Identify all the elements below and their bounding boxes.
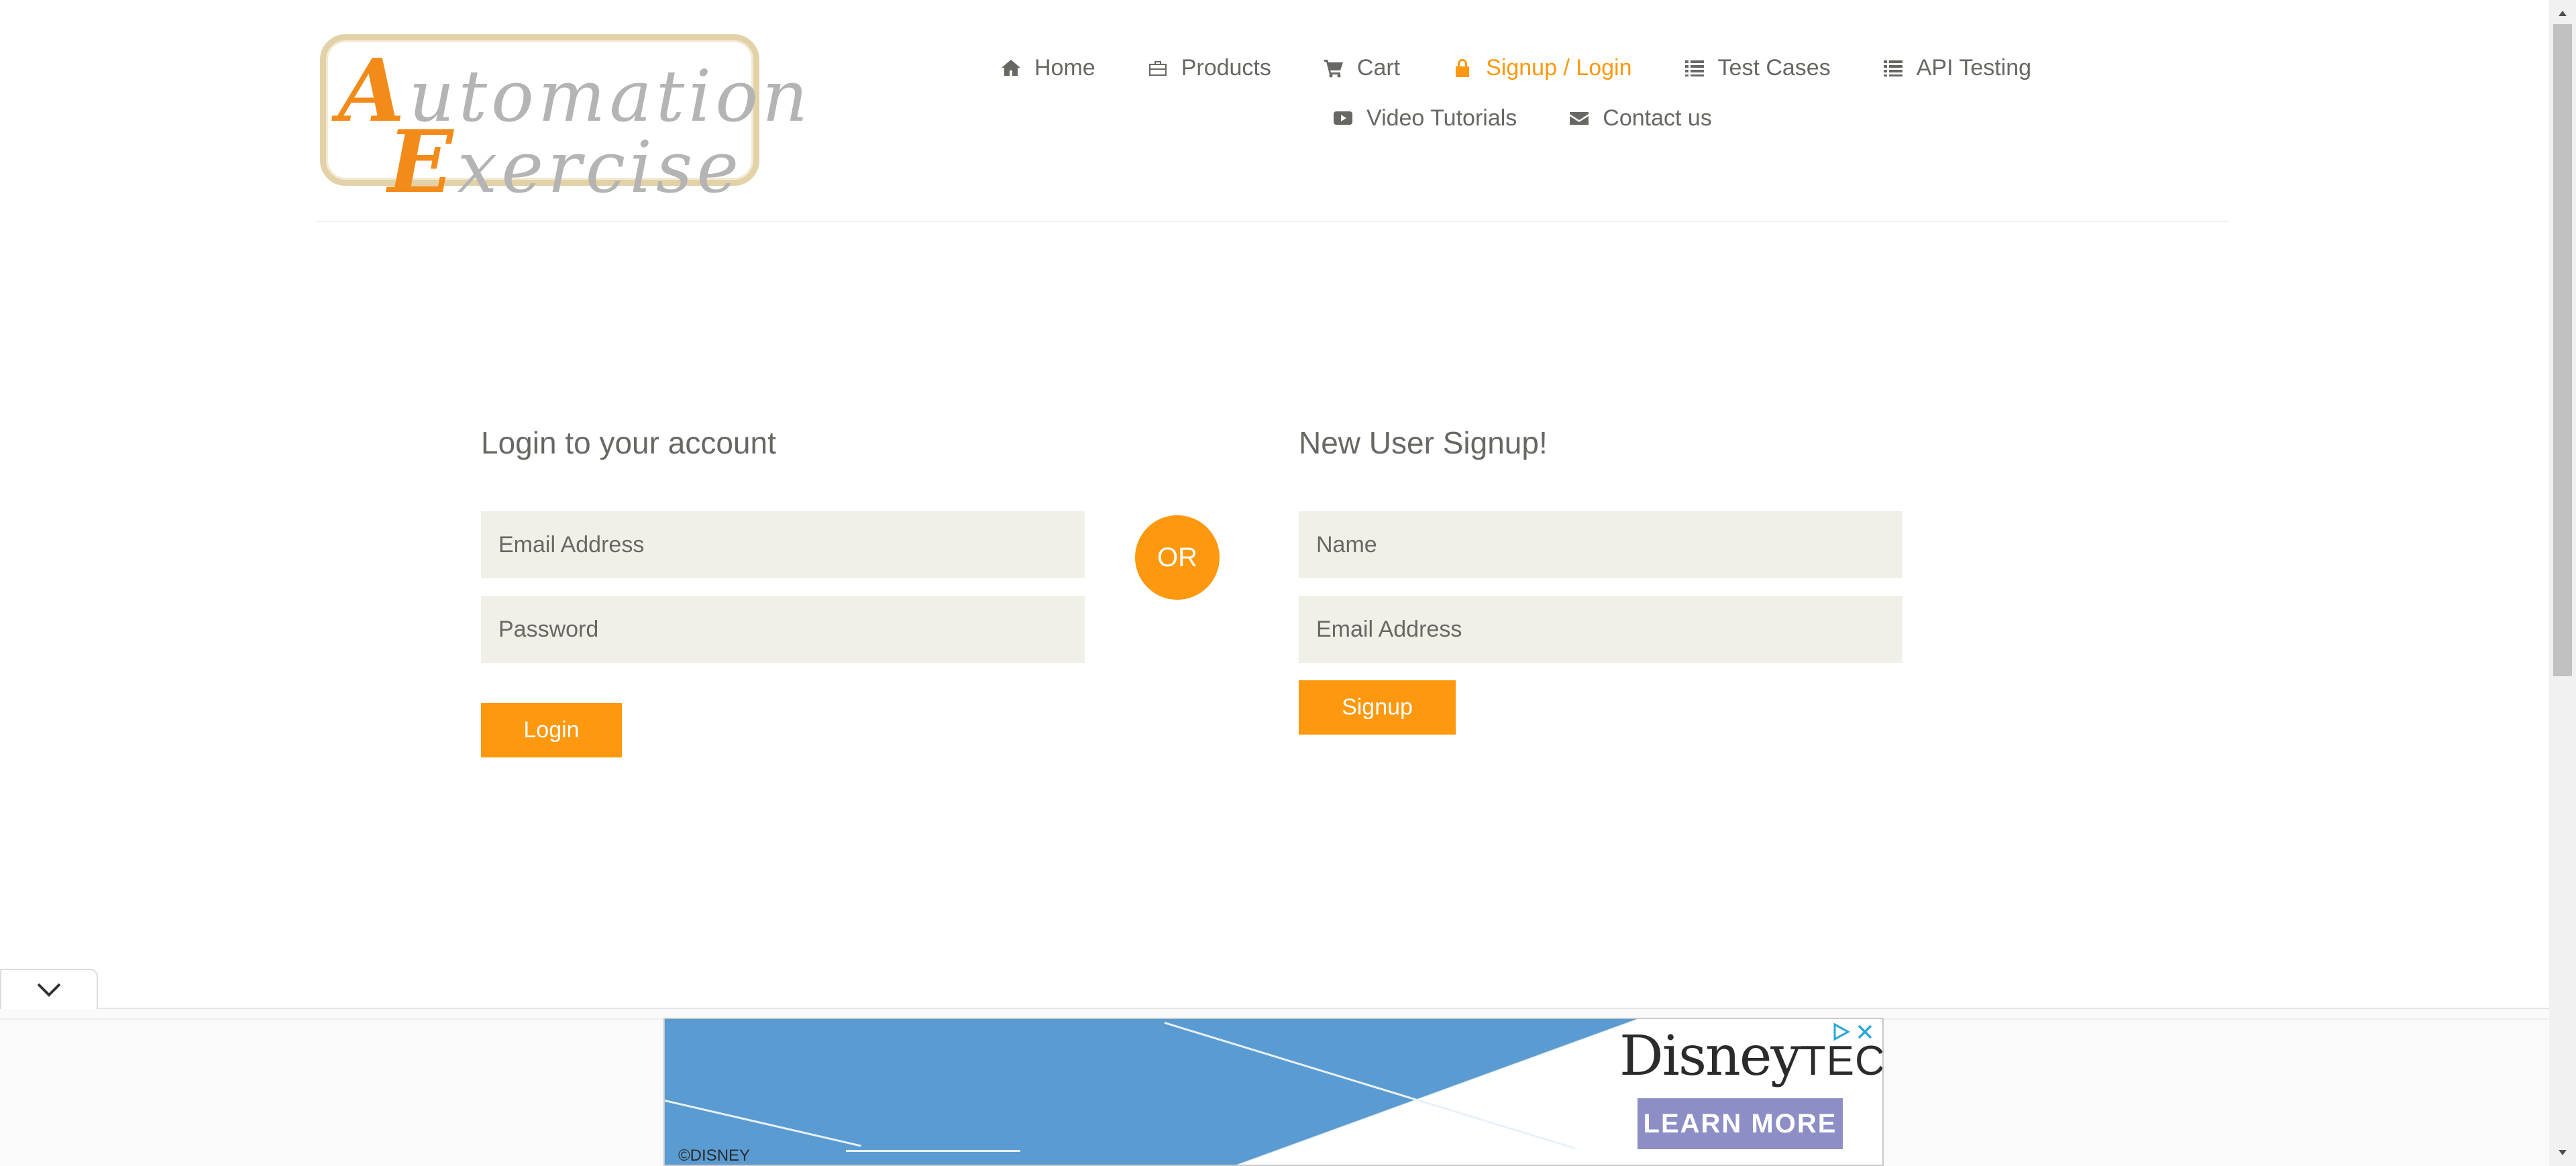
nav-item-cart[interactable]: Cart <box>1322 55 1400 81</box>
cart-icon <box>1322 56 1345 79</box>
nav-item-video-tutorials[interactable]: Video Tutorials <box>1332 105 1517 131</box>
home-icon <box>1000 56 1022 79</box>
or-divider: OR <box>1135 515 1220 600</box>
ad-collapse-toggle[interactable] <box>0 969 98 1009</box>
scroll-up-arrow-icon[interactable] <box>2556 7 2569 20</box>
nav-item-label: API Testing <box>1916 54 2032 81</box>
signup-button[interactable]: Signup <box>1299 680 1456 735</box>
site-logo[interactable]: Automation Exercise <box>320 34 808 205</box>
nav-item-label: Contact us <box>1603 105 1712 131</box>
nav-item-label: Video Tutorials <box>1366 105 1517 131</box>
page-scrollbar[interactable] <box>2549 0 2576 1166</box>
ad-stripe <box>846 1150 1020 1152</box>
login-password-input[interactable] <box>481 596 1085 663</box>
nav-row-1: Home Products Cart Signup / Login Test C… <box>1000 52 2082 83</box>
envelope-icon <box>1568 107 1591 129</box>
ad-learn-more-button[interactable]: LEARN MORE <box>1638 1098 1843 1149</box>
close-icon[interactable] <box>1855 1022 1875 1042</box>
scrollbar-thumb[interactable] <box>2553 24 2572 676</box>
briefcase-icon <box>1146 56 1169 79</box>
nav-item-api-testing[interactable]: API Testing <box>1882 55 2031 81</box>
youtube-play-icon <box>1332 107 1354 129</box>
login-title: Login to your account <box>481 425 776 460</box>
nav-item-products[interactable]: Products <box>1146 55 1271 81</box>
adchoices-icon[interactable] <box>1831 1022 1851 1042</box>
login-form: Login to your account Login <box>481 423 1085 757</box>
scroll-down-arrow-icon[interactable] <box>2556 1146 2569 1159</box>
signup-name-input[interactable] <box>1299 511 1902 578</box>
list-icon <box>1882 56 1904 79</box>
login-email-input[interactable] <box>481 511 1085 578</box>
header-divider <box>317 221 2229 222</box>
nav-item-label: Home <box>1034 54 1095 81</box>
login-button[interactable]: Login <box>481 703 622 757</box>
nav-item-home[interactable]: Home <box>1000 55 1095 81</box>
chevron-down-icon <box>37 983 61 997</box>
ad-copyright: ©DISNEY <box>678 1147 751 1165</box>
signup-title: New User Signup! <box>1299 425 1548 460</box>
nav-item-test-cases[interactable]: Test Cases <box>1683 55 1831 81</box>
nav-row-2: Video Tutorials Contact us <box>1332 103 1763 134</box>
signup-form: New User Signup! Signup <box>1299 423 1902 735</box>
lock-icon <box>1451 56 1474 79</box>
logo-line-2: Exercise <box>388 112 743 213</box>
list-icon <box>1683 56 1706 79</box>
nav-item-signup-login[interactable]: Signup / Login <box>1451 54 1632 81</box>
nav-item-contact-us[interactable]: Contact us <box>1568 105 1712 131</box>
nav-item-label: Products <box>1181 54 1271 81</box>
nav-item-label: Test Cases <box>1717 54 1831 81</box>
signup-email-input[interactable] <box>1299 596 1902 663</box>
ad-banner[interactable]: DisneyTECH LEARN MORE ©DISNEY <box>663 1018 1884 1166</box>
nav-item-label: Cart <box>1356 54 1401 81</box>
nav-item-label: Signup / Login <box>1486 54 1632 81</box>
